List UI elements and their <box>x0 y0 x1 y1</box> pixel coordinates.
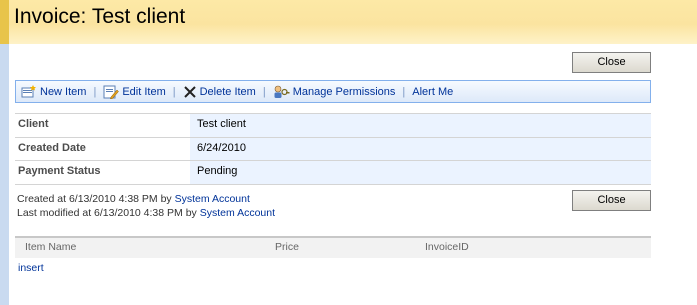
field-value: Test client <box>190 114 651 137</box>
field-label: Client <box>18 118 49 130</box>
permissions-icon <box>274 85 290 98</box>
delete-item-button[interactable]: Delete Item <box>183 85 256 99</box>
toolbar-separator: | <box>172 85 176 98</box>
modified-text: Last modified at 6/13/2010 4:38 PM by <box>17 207 197 219</box>
column-header-price[interactable]: Price <box>275 241 299 253</box>
left-edge-accent <box>0 0 9 44</box>
modified-by-link[interactable]: System Account <box>200 207 275 219</box>
delete-x-icon <box>183 85 196 98</box>
field-row: Created Date 6/24/2010 <box>15 137 651 161</box>
item-metadata: Created at 6/13/2010 4:38 PM by System A… <box>17 192 275 220</box>
alert-me-link[interactable]: Alert Me <box>412 86 453 98</box>
field-row: Client Test client <box>15 114 651 138</box>
toolbar-separator: | <box>93 85 97 98</box>
new-item-label: New Item <box>40 85 87 98</box>
created-line: Created at 6/13/2010 4:38 PM by System A… <box>17 192 275 206</box>
field-label: Created Date <box>18 141 86 154</box>
column-header-item-name[interactable]: Item Name <box>25 241 76 253</box>
created-by-link[interactable]: System Account <box>175 193 250 205</box>
edit-item-button[interactable]: Edit Item <box>103 85 166 99</box>
toolbar-separator: | <box>262 85 266 98</box>
left-edge <box>0 0 9 305</box>
title-bar: Invoice: Test client <box>9 0 697 44</box>
created-text: Created at 6/13/2010 4:38 PM by <box>17 193 172 205</box>
new-item-button[interactable]: New Item <box>21 84 87 99</box>
manage-permissions-button[interactable]: Manage Permissions <box>273 85 396 99</box>
field-value: 6/24/2010 <box>190 137 651 160</box>
delete-item-label: Delete Item <box>199 85 256 98</box>
field-row: Payment Status Pending <box>15 161 651 185</box>
item-toolbar: New Item | Edit Item | Delete Item | Man… <box>15 80 651 103</box>
modified-line: Last modified at 6/13/2010 4:38 PM by Sy… <box>17 206 275 220</box>
field-value: Pending <box>190 161 651 184</box>
new-item-icon <box>21 84 36 97</box>
column-header-invoice-id[interactable]: InvoiceID <box>425 241 469 253</box>
page-title: Invoice: Test client <box>14 5 186 28</box>
edit-item-label: Edit Item <box>122 85 166 98</box>
close-button-bottom[interactable]: Close <box>572 190 651 211</box>
close-button-top[interactable]: Close <box>572 52 651 73</box>
manage-permissions-label: Manage Permissions <box>292 85 396 98</box>
toolbar-separator: | <box>402 85 406 98</box>
line-items-header: Item Name Price InvoiceID <box>15 236 651 258</box>
edit-item-icon <box>103 85 120 99</box>
insert-link[interactable]: insert <box>18 262 44 274</box>
field-label: Payment Status <box>18 165 101 177</box>
item-fields-table: Client Test client Created Date 6/24/201… <box>15 113 651 185</box>
